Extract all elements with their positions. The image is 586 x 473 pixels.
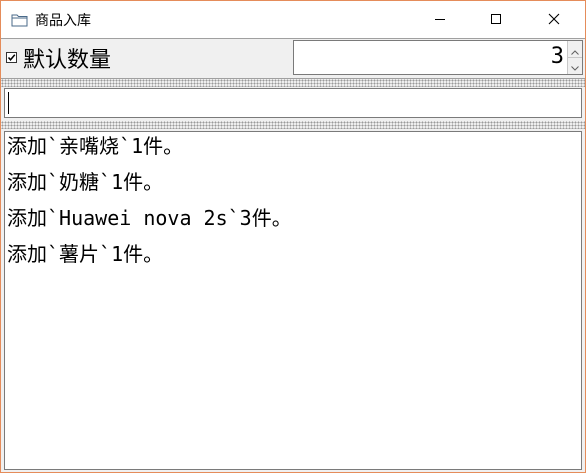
stepper-down-button[interactable] [568,57,582,73]
splitter-handle-bottom[interactable] [1,121,585,129]
window-title: 商品入库 [35,13,91,29]
quantity-stepper[interactable]: 3 [293,40,583,75]
text-caret [8,92,9,114]
default-quantity-row: 默认数量 3 [1,38,585,79]
app-window: 商品入库 默认数量 3 添加`亲嘴烧`1件。 添加`奶糖`1件。 添加`Huaw… [0,0,586,473]
log-line: 添加`奶糖`1件。 [7,170,164,194]
log-line: 添加`薯片`1件。 [7,242,164,266]
stepper-buttons [567,41,582,74]
log-output[interactable]: 添加`亲嘴烧`1件。 添加`奶糖`1件。 添加`Huawei nova 2s`3… [4,131,582,470]
log-line: 添加`Huawei nova 2s`3件。 [7,206,292,230]
maximize-button[interactable] [473,1,519,38]
splitter-handle-top[interactable] [1,79,585,87]
title-bar[interactable]: 商品入库 [1,1,585,38]
default-quantity-label[interactable]: 默认数量 [23,42,111,74]
minimize-icon [434,10,446,29]
quantity-value[interactable]: 3 [551,44,564,69]
product-input[interactable] [4,88,582,118]
minimize-button[interactable] [417,1,463,38]
log-line: 添加`亲嘴烧`1件。 [7,134,184,158]
maximize-icon [490,10,502,29]
close-button[interactable] [531,1,577,38]
default-quantity-checkbox[interactable] [6,52,17,63]
folder-icon [11,12,29,27]
chevron-down-icon [571,56,579,75]
close-icon [548,10,560,29]
